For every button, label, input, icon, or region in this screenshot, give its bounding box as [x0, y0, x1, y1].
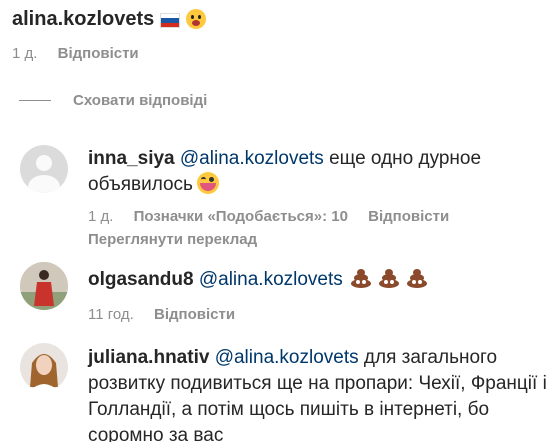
divider-line [19, 100, 51, 101]
reply-comment: juliana.hnativ @alina.kozlovets для зага… [88, 345, 548, 442]
reply-time: 11 год. [88, 306, 134, 323]
view-translation-row: Переглянути переклад [88, 231, 257, 248]
reply-mention[interactable]: @alina.kozlovets [215, 347, 359, 368]
russia-flag-icon [160, 13, 181, 28]
reply-comment: olgasandu8 @alina.kozlovets [88, 267, 548, 293]
reply-comment: inna_siya @alina.kozlovets еще одно дурн… [88, 146, 548, 198]
avatar-photo-icon [20, 262, 68, 310]
view-translation-button[interactable]: Переглянути переклад [88, 231, 257, 248]
astonished-face-icon [186, 9, 207, 29]
avatar-photo-icon [20, 343, 68, 391]
pile-of-poo-icon [378, 268, 399, 288]
avatar[interactable] [20, 343, 68, 391]
reply-mention[interactable]: @alina.kozlovets [199, 269, 343, 290]
reply-username[interactable]: juliana.hnativ [88, 347, 209, 368]
reply-meta: 1 д. Позначки «Подобається»: 10 Відповіс… [88, 208, 449, 225]
hide-replies-button[interactable]: Сховати відповіді [19, 92, 207, 109]
top-comment-time: 1 д. [12, 45, 38, 62]
laughing-face-icon [196, 172, 219, 194]
avatar[interactable] [20, 262, 68, 310]
reply-mention[interactable]: @alina.kozlovets [180, 148, 324, 169]
top-comment-reply-button[interactable]: Відповісти [58, 45, 139, 62]
reply-reply-button[interactable]: Відповісти [154, 306, 235, 323]
reply-time: 1 д. [88, 208, 114, 225]
top-comment-meta: 1 д. Відповісти [12, 45, 139, 62]
hide-replies-label: Сховати відповіді [73, 92, 208, 109]
pile-of-poo-icon [406, 268, 427, 288]
pile-of-poo-icon [350, 268, 371, 288]
avatar[interactable] [20, 145, 68, 193]
reply-likes-count[interactable]: Позначки «Подобається»: 10 [134, 208, 348, 225]
reply-username[interactable]: olgasandu8 [88, 269, 194, 290]
top-comment-username[interactable]: alina.kozlovets [12, 8, 154, 30]
reply-username[interactable]: inna_siya [88, 148, 175, 169]
top-comment: alina.kozlovets [12, 6, 552, 32]
reply-reply-button[interactable]: Відповісти [368, 208, 449, 225]
reply-meta: 11 год. Відповісти [88, 306, 235, 323]
